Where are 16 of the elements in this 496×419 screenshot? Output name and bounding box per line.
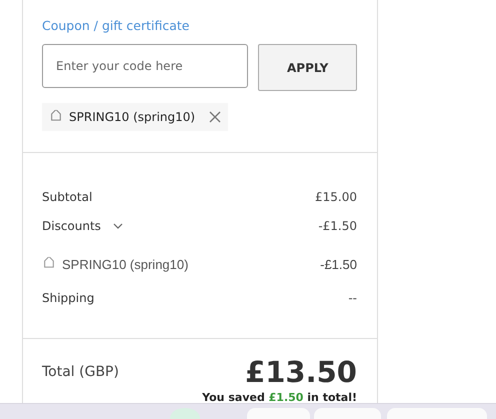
- chevron-icon[interactable]: [112, 222, 123, 228]
- row-value: -£1.50: [320, 256, 357, 272]
- row-label: Shipping: [42, 291, 94, 305]
- coupon-label: SPRING10 (spring10): [69, 110, 196, 124]
- savings-note: You saved £1.50 in total!: [201, 391, 357, 404]
- row-value: £15.00: [315, 190, 357, 204]
- discount-code: SPRING10 (spring10): [62, 256, 188, 272]
- apply-button[interactable]: APPLY: [258, 44, 357, 91]
- row-label[interactable]: Discounts: [42, 218, 101, 232]
- close-icon[interactable]: [209, 111, 222, 123]
- coupon-code-field[interactable]: Enter your code here: [42, 44, 248, 88]
- total-amount: £13.50: [245, 355, 357, 389]
- row-value: --: [348, 291, 357, 305]
- total-label: Total (GBP): [42, 364, 119, 380]
- row-label: Subtotal: [42, 190, 92, 204]
- row-value: -£1.50: [318, 218, 357, 232]
